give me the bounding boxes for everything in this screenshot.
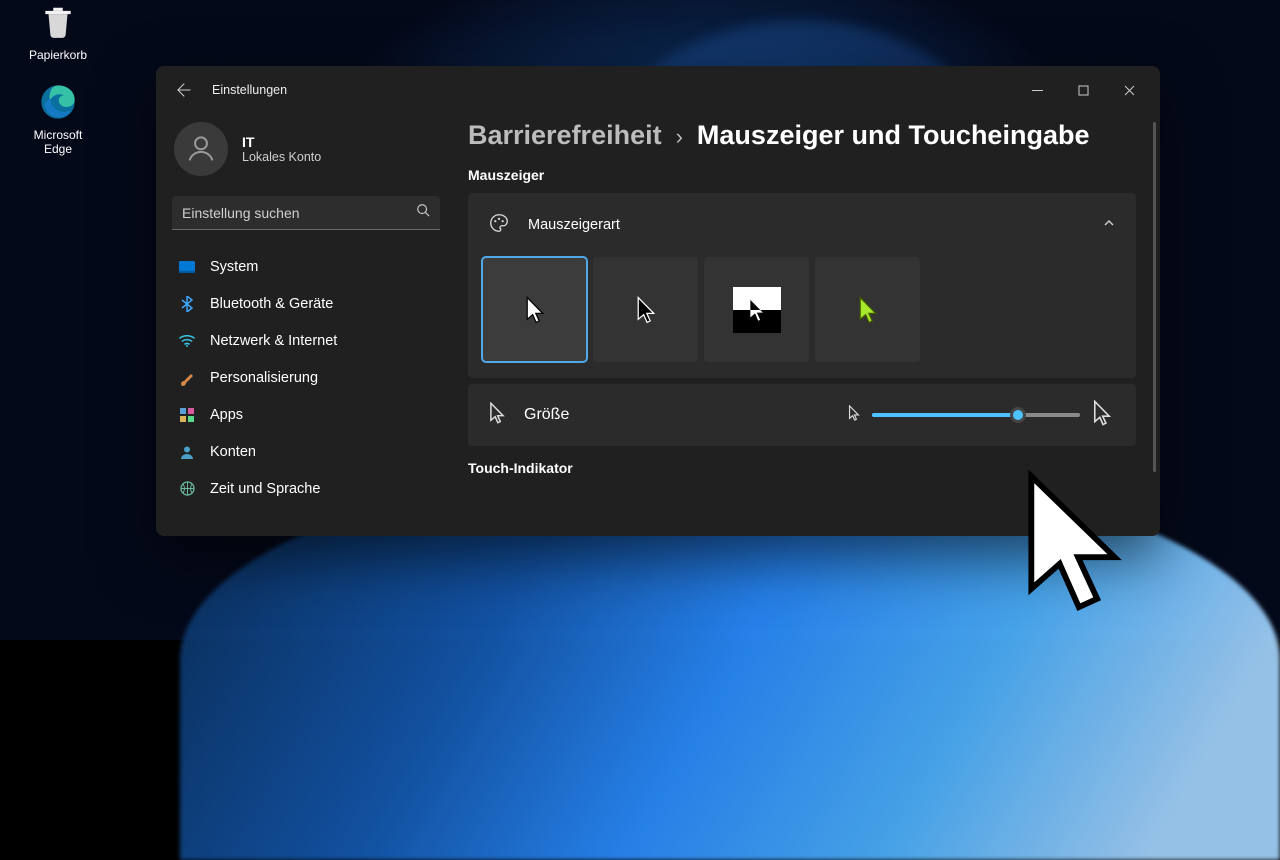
size-label: Größe [524,406,569,424]
section-mouse-pointer: Mauszeiger [468,167,1136,183]
pointer-style-header[interactable]: Mauszeigerart [468,193,1136,257]
sidebar-item-label: Zeit und Sprache [210,481,320,497]
brush-icon [178,369,196,387]
pointer-style-label: Mauszeigerart [528,217,620,233]
inverted-preview [733,287,781,333]
chevron-up-icon [1102,216,1116,235]
recycle-bin-icon [36,0,80,44]
maximize-button[interactable] [1060,74,1106,106]
close-button[interactable] [1106,74,1152,106]
sidebar-item-label: System [210,259,258,275]
person-icon [178,443,196,461]
palette-icon [488,212,510,239]
pointer-size-card: Größe [468,384,1136,446]
avatar [174,122,228,176]
account-header[interactable]: IT Lokales Konto [168,114,444,196]
breadcrumb: Barrierefreiheit › Mauszeiger und Touche… [468,120,1136,151]
titlebar: Einstellungen [156,66,1160,114]
sidebar-item-time-language[interactable]: Zeit und Sprache [168,470,444,507]
account-type: Lokales Konto [242,150,321,164]
sidebar-item-label: Bluetooth & Geräte [210,296,333,312]
scrollbar[interactable] [1153,122,1156,472]
size-min-icon [848,405,860,426]
monitor-icon [178,258,196,276]
desktop-icon-label: Papierkorb [18,48,98,62]
minimize-button[interactable] [1014,74,1060,106]
pointer-style-inverted[interactable] [704,257,809,362]
slider-thumb[interactable] [1010,407,1026,423]
sidebar-item-label: Apps [210,407,243,423]
apps-icon [178,406,196,424]
chevron-right-icon: › [676,124,683,150]
bluetooth-icon [178,295,196,313]
pointer-style-black[interactable] [593,257,698,362]
main-content: Barrierefreiheit › Mauszeiger und Touche… [456,114,1160,536]
desktop-icon-edge[interactable]: Microsoft Edge [18,80,98,156]
size-slider[interactable] [872,405,1080,425]
size-max-icon [1092,400,1112,431]
sidebar-item-accounts[interactable]: Konten [168,433,444,470]
sidebar-item-system[interactable]: System [168,248,444,285]
breadcrumb-current: Mauszeiger und Toucheingabe [697,120,1090,151]
search-box[interactable] [172,196,440,230]
sidebar-item-bluetooth[interactable]: Bluetooth & Geräte [168,285,444,322]
desktop-icon-label: Microsoft Edge [18,128,98,156]
back-button[interactable] [168,74,200,106]
wifi-icon [178,332,196,350]
section-touch-indicator: Touch-Indikator [468,460,1136,476]
pointer-style-custom[interactable] [815,257,920,362]
breadcrumb-parent[interactable]: Barrierefreiheit [468,120,662,151]
settings-window: Einstellungen IT Lokales Konto [156,66,1160,536]
window-title: Einstellungen [212,83,287,97]
account-name: IT [242,134,321,150]
globe-icon [178,480,196,498]
pointer-style-white[interactable] [482,257,587,362]
sidebar-item-label: Netzwerk & Internet [210,333,337,349]
search-icon [416,203,430,222]
search-input[interactable] [182,205,416,221]
sidebar-item-label: Personalisierung [210,370,318,386]
pointer-style-card: Mauszeigerart [468,193,1136,378]
sidebar-item-label: Konten [210,444,256,460]
sidebar-item-apps[interactable]: Apps [168,396,444,433]
desktop-icon-recycle-bin[interactable]: Papierkorb [18,0,98,62]
sidebar: IT Lokales Konto System Bluetooth & Gerä… [156,114,456,536]
cursor-icon [488,402,506,429]
edge-icon [36,80,80,124]
sidebar-item-network[interactable]: Netzwerk & Internet [168,322,444,359]
sidebar-item-personalization[interactable]: Personalisierung [168,359,444,396]
